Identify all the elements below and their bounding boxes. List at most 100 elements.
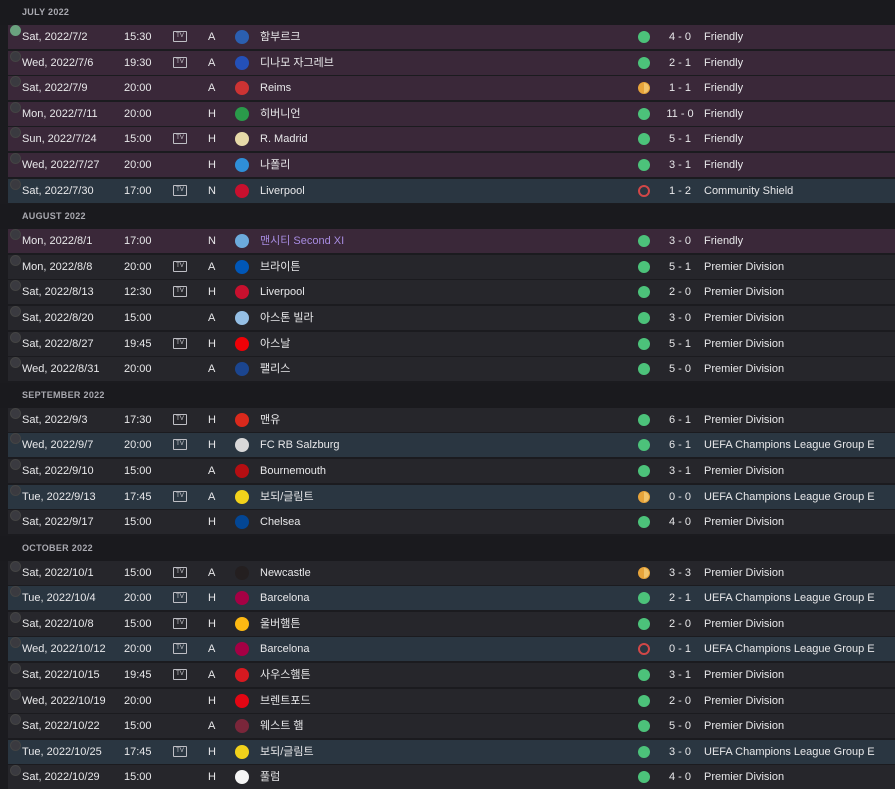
match-score[interactable]: 0 - 0: [660, 485, 700, 509]
opponent-link[interactable]: 풀럼: [260, 765, 280, 789]
competition-link[interactable]: Premier Division: [704, 280, 784, 304]
opponent-link[interactable]: 아스날: [260, 332, 290, 356]
fixture-row[interactable]: Sat, 2022/10/8 15:00 TV H 울버햄튼 2 - 0 Premier D…: [8, 611, 895, 636]
match-score[interactable]: 2 - 1: [660, 586, 700, 610]
competition-link[interactable]: Premier Division: [704, 689, 784, 713]
fixture-row[interactable]: Sat, 2022/10/1 15:00 TV A Newcastle 3 - 3 Prem…: [8, 560, 895, 585]
status-check-icon[interactable]: [10, 407, 21, 419]
competition-link[interactable]: Friendly: [704, 102, 743, 126]
competition-link[interactable]: Friendly: [704, 229, 743, 253]
competition-link[interactable]: Premier Division: [704, 561, 784, 585]
opponent-link[interactable]: 보되/글림트: [260, 740, 314, 764]
fixture-row[interactable]: Sat, 2022/10/15 19:45 TV A 사우스햄튼 3 - 1 Premier…: [8, 663, 895, 688]
match-score[interactable]: 1 - 2: [660, 179, 700, 203]
competition-link[interactable]: Premier Division: [704, 612, 784, 636]
opponent-link[interactable]: 브렌트포드: [260, 689, 311, 713]
fixture-row[interactable]: Wed, 2022/7/6 19:30 TV A 디나모 자그레브 2 - 1 Friend…: [8, 50, 895, 75]
competition-link[interactable]: Premier Division: [704, 510, 784, 534]
fixture-row[interactable]: Sat, 2022/10/29 15:00 H 풀럼 4 - 0 Premier Divi…: [8, 765, 895, 789]
competition-link[interactable]: Premier Division: [704, 408, 784, 432]
fixture-row[interactable]: Mon, 2022/8/8 20:00 TV A 브라이튼 5 - 1 Premier Di…: [8, 254, 895, 279]
match-score[interactable]: 3 - 1: [660, 459, 700, 483]
match-score[interactable]: 4 - 0: [660, 510, 700, 534]
match-score[interactable]: 3 - 1: [660, 153, 700, 177]
status-check-icon[interactable]: [10, 663, 21, 675]
opponent-link[interactable]: 보되/글림트: [260, 485, 314, 509]
fixture-row[interactable]: Sat, 2022/9/10 15:00 A Bournemouth 3 - 1 Prem…: [8, 458, 895, 483]
match-score[interactable]: 4 - 0: [660, 765, 700, 789]
status-check-icon[interactable]: [10, 714, 21, 726]
competition-link[interactable]: Premier Division: [704, 459, 784, 483]
status-check-icon[interactable]: [10, 50, 21, 62]
opponent-link[interactable]: 울버햄튼: [260, 612, 300, 636]
opponent-link[interactable]: 브라이튼: [260, 255, 300, 279]
opponent-link[interactable]: 나폴리: [260, 153, 290, 177]
fixture-row[interactable]: Sat, 2022/10/22 15:00 A 웨스트 햄 5 - 0 Premier D…: [8, 714, 895, 739]
opponent-link[interactable]: Reims: [260, 76, 291, 100]
fixture-row[interactable]: Tue, 2022/10/25 17:45 TV H 보되/글림트 3 - 0 UEFA C…: [8, 739, 895, 764]
competition-link[interactable]: Friendly: [704, 76, 743, 100]
status-check-icon[interactable]: [10, 510, 21, 522]
competition-link[interactable]: Premier Division: [704, 765, 784, 789]
status-check-icon[interactable]: [10, 178, 21, 190]
competition-link[interactable]: Friendly: [704, 25, 743, 49]
fixture-row[interactable]: Wed, 2022/10/12 20:00 TV A Barcelona 0 - 1 UEF…: [8, 637, 895, 662]
competition-link[interactable]: Premier Division: [704, 332, 784, 356]
competition-link[interactable]: Friendly: [704, 127, 743, 151]
opponent-link[interactable]: Liverpool: [260, 179, 305, 203]
opponent-link[interactable]: FC RB Salzburg: [260, 433, 339, 457]
opponent-link[interactable]: Barcelona: [260, 586, 310, 610]
match-score[interactable]: 5 - 1: [660, 332, 700, 356]
competition-link[interactable]: Premier Division: [704, 306, 784, 330]
opponent-link[interactable]: R. Madrid: [260, 127, 308, 151]
competition-link[interactable]: Premier Division: [704, 714, 784, 738]
status-check-icon[interactable]: [10, 127, 21, 139]
fixture-row[interactable]: Mon, 2022/7/11 20:00 H 히버니언 11 - 0 Friendly: [8, 101, 895, 126]
status-check-icon[interactable]: [10, 280, 21, 292]
fixture-row[interactable]: Wed, 2022/10/19 20:00 H 브렌트포드 2 - 0 Premier D…: [8, 688, 895, 713]
competition-link[interactable]: Premier Division: [704, 357, 784, 381]
opponent-link[interactable]: Newcastle: [260, 561, 311, 585]
match-score[interactable]: 3 - 0: [660, 229, 700, 253]
status-check-icon[interactable]: [10, 739, 21, 751]
opponent-link[interactable]: 아스톤 빌라: [260, 306, 314, 330]
status-check-icon[interactable]: [10, 637, 21, 649]
match-score[interactable]: 5 - 0: [660, 714, 700, 738]
status-check-icon[interactable]: [10, 765, 21, 777]
opponent-link[interactable]: 맨유: [260, 408, 280, 432]
opponent-link[interactable]: 히버니언: [260, 102, 300, 126]
match-score[interactable]: 5 - 0: [660, 357, 700, 381]
match-score[interactable]: 2 - 0: [660, 612, 700, 636]
status-check-icon[interactable]: [10, 560, 21, 572]
status-check-icon[interactable]: [10, 152, 21, 164]
match-score[interactable]: 5 - 1: [660, 127, 700, 151]
fixture-row[interactable]: Sat, 2022/7/9 20:00 A Reims 1 - 1 Friendly: [8, 76, 895, 101]
fixture-row[interactable]: Wed, 2022/9/7 20:00 TV H FC RB Salzburg 6 - 1…: [8, 433, 895, 458]
opponent-link[interactable]: Bournemouth: [260, 459, 326, 483]
match-score[interactable]: 5 - 1: [660, 255, 700, 279]
fixture-row[interactable]: Sat, 2022/8/13 12:30 TV H Liverpool 2 - 0 Prem…: [8, 280, 895, 305]
fixture-row[interactable]: Sat, 2022/9/17 15:00 H Chelsea 4 - 0 Premier …: [8, 510, 895, 535]
opponent-link[interactable]: Barcelona: [260, 637, 310, 661]
competition-link[interactable]: Friendly: [704, 51, 743, 75]
fixture-row[interactable]: Sat, 2022/7/30 17:00 TV N Liverpool 1 - 2 Comm…: [8, 178, 895, 203]
status-check-icon[interactable]: [10, 688, 21, 700]
status-check-icon[interactable]: [10, 254, 21, 266]
fixture-row[interactable]: Wed, 2022/7/27 20:00 H 나폴리 3 - 1 Friendly: [8, 152, 895, 177]
opponent-link[interactable]: Liverpool: [260, 280, 305, 304]
status-check-icon[interactable]: [10, 484, 21, 496]
opponent-link[interactable]: 함부르크: [260, 25, 300, 49]
competition-link[interactable]: UEFA Champions League Group E: [704, 485, 875, 509]
match-score[interactable]: 6 - 1: [660, 408, 700, 432]
match-score[interactable]: 3 - 0: [660, 740, 700, 764]
opponent-link[interactable]: 사우스햄튼: [260, 663, 311, 687]
status-check-icon[interactable]: [10, 611, 21, 623]
fixture-row[interactable]: Mon, 2022/8/1 17:00 N 맨시티 Second XI 3 - 0 Fri…: [8, 229, 895, 254]
fixture-row[interactable]: Sat, 2022/8/27 19:45 TV H 아스날 5 - 1 Premier Di…: [8, 331, 895, 356]
competition-link[interactable]: Community Shield: [704, 179, 793, 203]
status-check-icon[interactable]: [10, 433, 21, 445]
fixture-row[interactable]: Tue, 2022/10/4 20:00 TV H Barcelona 2 - 1 UEFA…: [8, 586, 895, 611]
competition-link[interactable]: UEFA Champions League Group E: [704, 637, 875, 661]
opponent-link[interactable]: Chelsea: [260, 510, 300, 534]
match-score[interactable]: 2 - 1: [660, 51, 700, 75]
